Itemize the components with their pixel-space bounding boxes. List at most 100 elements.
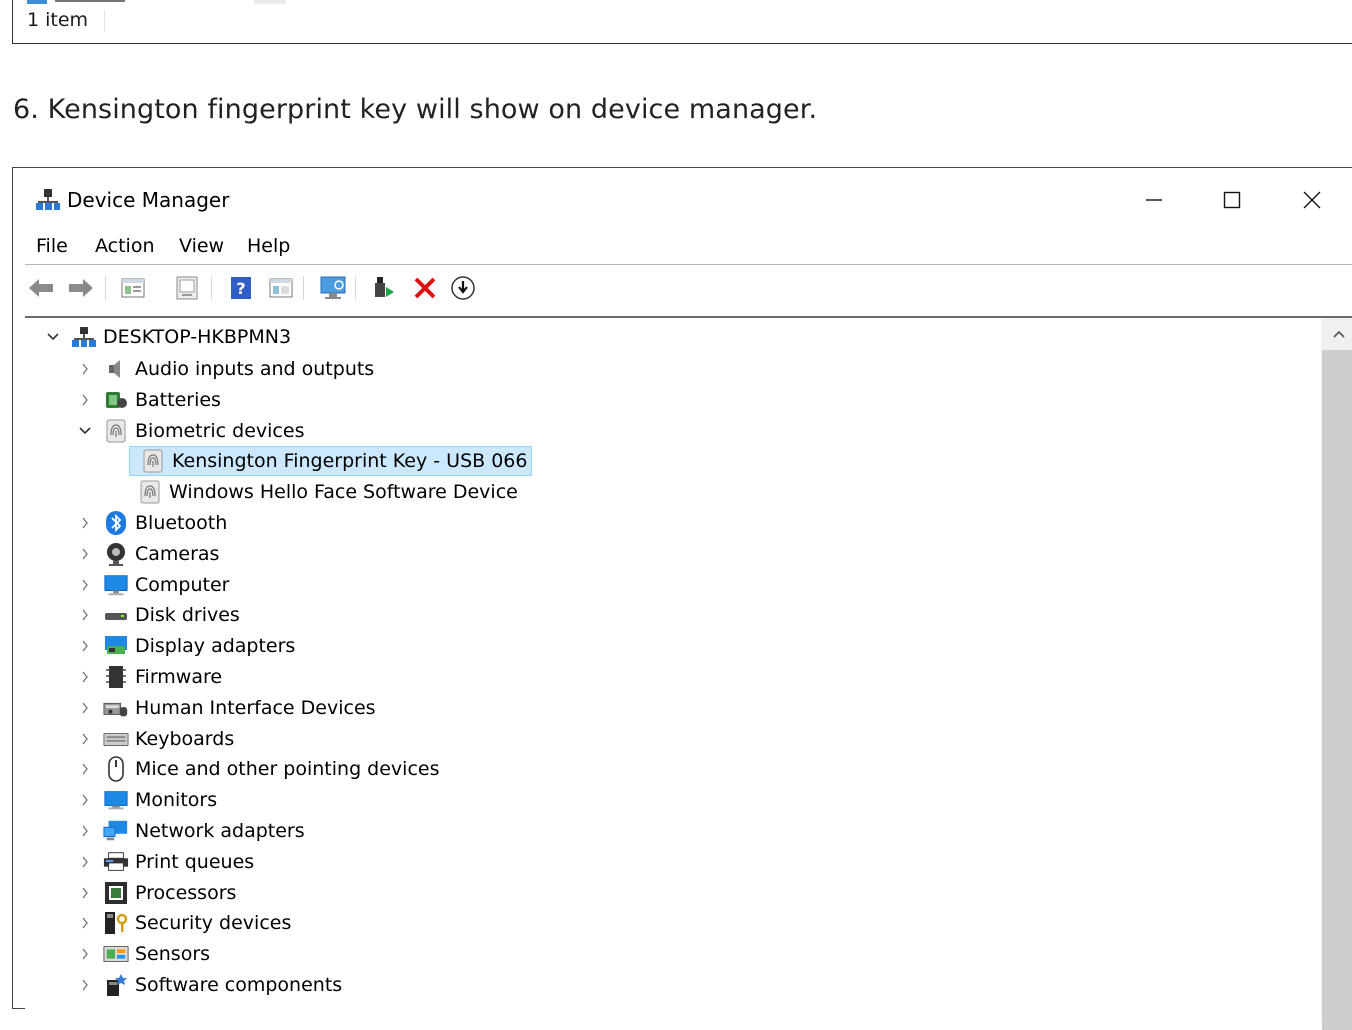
title-bar[interactable]: Device Manager (13, 168, 1352, 226)
menu-bar: File Action View Help (13, 228, 1352, 264)
security-icon (103, 910, 129, 936)
tree-category-item[interactable]: Monitors (75, 785, 217, 815)
chevron-right-icon[interactable] (75, 754, 95, 784)
keyboard-icon (103, 726, 129, 752)
chevron-right-icon[interactable] (75, 570, 95, 600)
help-icon[interactable]: ? (227, 274, 255, 302)
minimize-button[interactable] (1131, 182, 1177, 218)
forward-icon[interactable] (67, 274, 95, 302)
scan-icon[interactable] (319, 274, 347, 302)
tree-category-item[interactable]: Security devices (75, 908, 291, 938)
tree-category-item[interactable]: Network adapters (75, 816, 305, 846)
tree-device-item[interactable]: Kensington Fingerprint Key - USB 066 (109, 446, 533, 477)
download-icon[interactable] (449, 274, 477, 302)
chevron-right-icon[interactable] (75, 785, 95, 815)
tree-item-label: Network adapters (135, 820, 305, 842)
processor-icon (103, 880, 129, 906)
device-tree[interactable]: DESKTOP-HKBPMN3 Audio inputs and outputs… (25, 316, 1352, 1030)
tree-category-item[interactable]: Cameras (75, 539, 219, 569)
chevron-right-icon[interactable] (75, 354, 95, 384)
firmware-icon (103, 664, 129, 690)
chevron-right-icon[interactable] (75, 847, 95, 877)
tree-category-item[interactable]: Sensors (75, 939, 210, 969)
tree-item-label: Firmware (135, 666, 223, 688)
menu-file[interactable]: File (36, 235, 68, 257)
tree-category-item[interactable]: Computer (75, 570, 229, 600)
tree-root[interactable]: DESKTOP-HKBPMN3 (43, 322, 291, 352)
tree-category-item[interactable]: Audio inputs and outputs (75, 354, 374, 384)
chevron-right-icon[interactable] (75, 878, 95, 908)
chevron-right-icon[interactable] (75, 508, 95, 538)
scroll-up-button[interactable] (1321, 324, 1352, 344)
vertical-scrollbar[interactable] (1321, 318, 1352, 1030)
network-label-fragment (55, 0, 125, 2)
tree-category-item[interactable]: Software components (75, 970, 342, 1000)
tree-category-item[interactable]: Keyboards (75, 724, 234, 754)
tree-item-label: Mice and other pointing devices (135, 758, 440, 781)
menu-help[interactable]: Help (247, 235, 290, 257)
tree-item-label: Human Interface Devices (135, 696, 376, 719)
network-icon (27, 0, 47, 4)
battery-icon (103, 387, 129, 413)
fingerprint-icon (137, 479, 163, 505)
tree-category-item[interactable]: Biometric devices (75, 416, 304, 446)
tree-device-item[interactable]: Windows Hello Face Software Device (109, 477, 518, 507)
tree-item-label: Keyboards (135, 727, 235, 750)
chevron-right-icon[interactable] (75, 970, 95, 1000)
close-button[interactable] (1289, 182, 1335, 218)
explorer-scrollbar[interactable] (254, 0, 286, 4)
chevron-right-icon[interactable] (75, 908, 95, 938)
properties-icon[interactable] (119, 274, 147, 302)
maximize-button[interactable] (1209, 182, 1255, 218)
tree-category-item[interactable]: Batteries (75, 385, 221, 415)
chevron-right-icon[interactable] (75, 662, 95, 692)
tree-category-item[interactable]: Disk drives (75, 600, 240, 630)
hid-icon (103, 695, 129, 721)
view-icon[interactable] (267, 274, 295, 302)
chevron-right-icon[interactable] (75, 693, 95, 723)
tree-category-item[interactable]: Processors (75, 878, 236, 908)
display-adapter-icon (103, 633, 129, 659)
chevron-down-icon[interactable] (43, 322, 63, 352)
software-icon (103, 972, 129, 998)
tree-category-item[interactable]: Bluetooth (75, 508, 227, 538)
monitor-icon (103, 787, 129, 813)
enable-icon[interactable] (371, 274, 399, 302)
chevron-right-icon[interactable] (75, 539, 95, 569)
tree-item-label: Kensington Fingerprint Key - USB 066 (172, 450, 528, 473)
tree-category-item[interactable]: Human Interface Devices (75, 693, 376, 723)
tree-item-label: Computer (135, 573, 230, 596)
toolbar-separator (105, 276, 106, 300)
toolbar-separator (303, 276, 304, 300)
device-manager-icon (35, 188, 61, 212)
tree-category-item[interactable]: Display adapters (75, 631, 295, 661)
chevron-right-icon[interactable] (75, 816, 95, 846)
tree-category-item[interactable]: Print queues (75, 847, 254, 877)
toolbar-separator (355, 276, 356, 300)
tree-category-item[interactable]: Firmware (75, 662, 222, 692)
tree-item-label: Software components (135, 974, 343, 996)
scroll-thumb[interactable] (1322, 350, 1352, 1030)
menu-view[interactable]: View (179, 235, 224, 257)
tree-item-label: Audio inputs and outputs (135, 358, 375, 380)
back-icon[interactable] (27, 274, 55, 302)
tree-category-item[interactable]: Mice and other pointing devices (75, 754, 439, 784)
chevron-right-icon[interactable] (75, 939, 95, 969)
update-icon[interactable] (173, 274, 201, 302)
chevron-right-icon[interactable] (75, 724, 95, 754)
window-title: Device Manager (67, 188, 230, 212)
tree-item-label: Print queues (135, 850, 255, 873)
menu-action[interactable]: Action (95, 235, 155, 257)
root-label: DESKTOP-HKBPMN3 (103, 326, 292, 348)
chevron-right-icon[interactable] (75, 385, 95, 415)
selected-highlight[interactable]: Kensington Fingerprint Key - USB 066 (129, 446, 533, 477)
chevron-right-icon[interactable] (75, 631, 95, 661)
tree-item-label: Monitors (135, 789, 218, 812)
chevron-right-icon[interactable] (75, 600, 95, 630)
uninstall-icon[interactable] (411, 274, 439, 302)
chevron-down-icon[interactable] (75, 416, 95, 446)
status-separator (104, 10, 105, 32)
instruction-step-6: 6. Kensington fingerprint key will show … (13, 94, 818, 125)
mouse-icon (103, 756, 129, 783)
